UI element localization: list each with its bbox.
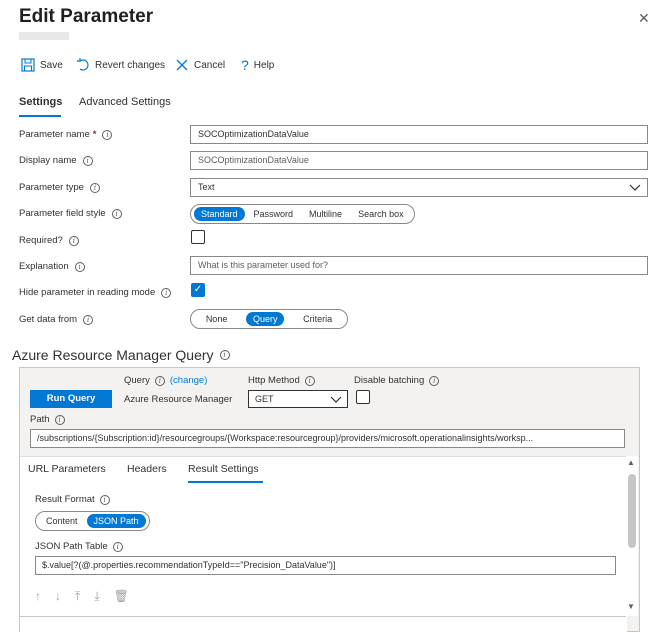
option-search-box[interactable]: Search box	[351, 207, 411, 221]
save-icon	[21, 58, 35, 72]
parameter-name-input[interactable]: SOCOptimizationDataValue	[190, 125, 648, 144]
info-icon[interactable]: i	[102, 129, 113, 140]
path-input[interactable]: /subscriptions/{Subscription:id}/resourc…	[30, 429, 625, 448]
display-name-label: Display name i	[19, 155, 93, 166]
delete-icon[interactable]: 🗑	[114, 589, 129, 604]
option-standard[interactable]: Standard	[194, 207, 245, 221]
info-icon[interactable]: i	[54, 414, 65, 425]
info-icon[interactable]: i	[74, 261, 85, 272]
tab-headers[interactable]: Headers	[127, 463, 167, 475]
move-bottom-icon[interactable]: ⤓	[94, 589, 99, 604]
required-label: Required? i	[19, 235, 79, 246]
info-icon[interactable]: i	[161, 287, 172, 298]
tab-result-settings[interactable]: Result Settings	[188, 463, 259, 475]
help-button[interactable]: ? Help	[241, 56, 274, 74]
chevron-down-icon	[330, 396, 342, 403]
query-source: Azure Resource Manager	[124, 394, 233, 405]
chevron-down-icon	[629, 184, 641, 191]
page-title: Edit Parameter	[19, 6, 154, 27]
result-format-label: Result Format i	[35, 494, 110, 505]
revert-icon	[77, 58, 89, 71]
tab-advanced-settings[interactable]: Advanced Settings	[79, 96, 171, 108]
parameter-type-label: Parameter type i	[19, 182, 100, 193]
http-method-label: Http Method i	[248, 375, 315, 386]
option-password[interactable]: Password	[247, 207, 301, 221]
explanation-input[interactable]: What is this parameter used for?	[190, 256, 648, 275]
info-icon[interactable]: i	[304, 375, 315, 386]
option-query[interactable]: Query	[245, 312, 285, 326]
option-none[interactable]: None	[199, 312, 235, 326]
move-down-icon[interactable]: ↓	[55, 589, 61, 604]
checkmark-icon: ✓	[193, 284, 203, 295]
required-checkbox[interactable]	[191, 230, 205, 244]
json-path-table-label: JSON Path Table i	[35, 541, 123, 552]
info-icon[interactable]: i	[112, 541, 123, 552]
info-icon[interactable]: i	[99, 494, 110, 505]
tab-url-parameters[interactable]: URL Parameters	[28, 463, 106, 475]
info-icon[interactable]: i	[82, 155, 93, 166]
explanation-label: Explanation i	[19, 261, 85, 272]
tab-result-settings-underline	[188, 481, 263, 483]
cancel-icon	[176, 59, 188, 71]
divider	[20, 616, 626, 617]
save-label: Save	[40, 59, 63, 71]
cancel-button[interactable]: Cancel	[175, 56, 225, 74]
get-data-from-toggle: None Query Criteria	[190, 309, 348, 329]
field-style-toggle: Standard Password Multiline Search box	[190, 204, 415, 224]
run-query-button[interactable]: Run Query	[30, 390, 112, 408]
arm-query-heading: Azure Resource Manager Query i	[12, 347, 230, 363]
query-label: Query i (change)	[124, 375, 208, 386]
cancel-label: Cancel	[194, 59, 226, 71]
info-icon[interactable]: i	[83, 314, 94, 325]
json-path-input[interactable]: $.value[?(@.properties.recommendationTyp…	[35, 556, 616, 575]
info-icon[interactable]: i	[154, 375, 165, 386]
help-label: Help	[253, 59, 275, 71]
disable-batching-checkbox[interactable]	[356, 390, 370, 404]
get-data-from-label: Get data from i	[19, 314, 94, 325]
info-icon[interactable]: i	[89, 182, 100, 193]
save-button[interactable]: Save	[21, 56, 63, 74]
help-icon: ?	[241, 57, 249, 73]
revert-label: Revert changes	[95, 59, 166, 71]
info-icon[interactable]: i	[429, 375, 440, 386]
tab-settings[interactable]: Settings	[19, 96, 62, 108]
move-up-icon[interactable]: ↑	[35, 589, 41, 604]
scroll-up-icon[interactable]: ▲	[627, 458, 635, 467]
close-icon[interactable]: ✕	[638, 10, 650, 27]
option-json-path[interactable]: JSON Path	[86, 514, 146, 528]
change-query-link[interactable]: (change)	[170, 375, 208, 386]
disable-batching-label: Disable batching i	[354, 375, 440, 386]
option-content[interactable]: Content	[39, 514, 85, 528]
hide-reading-checkbox[interactable]: ✓	[191, 283, 205, 297]
tab-settings-underline	[19, 115, 61, 117]
parameter-type-dropdown[interactable]: Text	[190, 178, 648, 197]
scrollbar-thumb[interactable]	[628, 474, 636, 548]
path-label: Path i	[30, 414, 65, 425]
info-icon[interactable]: i	[219, 350, 230, 360]
hide-reading-label: Hide parameter in reading mode i	[19, 287, 172, 298]
row-actions: ↑ ↓ ⤒ ⤓ 🗑	[35, 589, 129, 604]
display-name-input[interactable]: SOCOptimizationDataValue	[190, 151, 648, 170]
parameter-name-label: Parameter name * i	[19, 129, 113, 140]
subtitle-placeholder	[19, 32, 69, 40]
move-top-icon[interactable]: ⤒	[75, 589, 80, 604]
field-style-label: Parameter field style i	[19, 208, 122, 219]
info-icon[interactable]: i	[111, 208, 122, 219]
option-multiline[interactable]: Multiline	[302, 207, 349, 221]
result-format-toggle: Content JSON Path	[35, 511, 150, 531]
revert-button[interactable]: Revert changes	[76, 56, 165, 74]
option-criteria[interactable]: Criteria	[296, 312, 339, 326]
http-method-dropdown[interactable]: GET	[248, 390, 348, 408]
required-asterisk: *	[92, 129, 97, 140]
scroll-down-icon[interactable]: ▼	[627, 602, 635, 611]
info-icon[interactable]: i	[68, 235, 79, 246]
